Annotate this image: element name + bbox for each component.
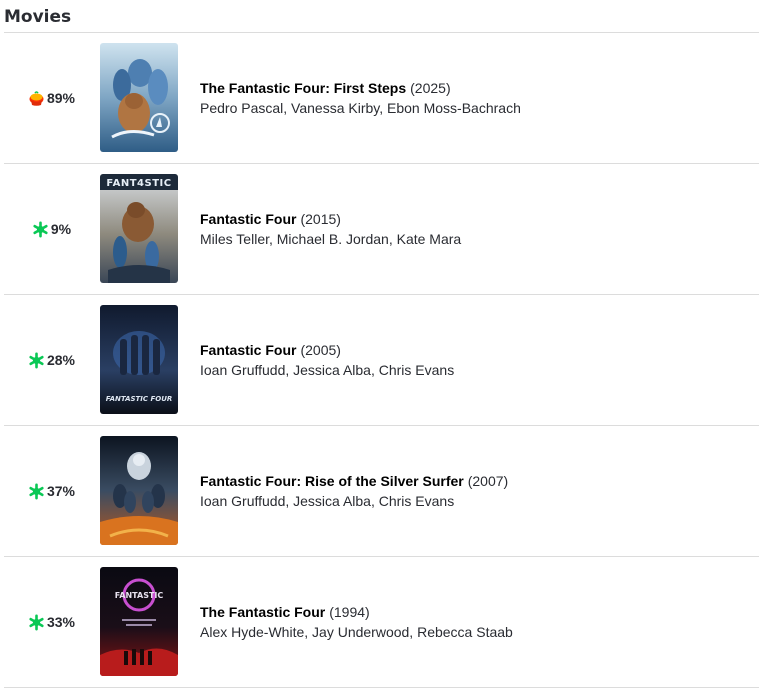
movie-year: (2015) (300, 211, 341, 227)
rotten-splat-icon (28, 483, 45, 500)
movie-info: Fantastic Four: Rise of the Silver Surfe… (200, 426, 508, 556)
movie-title-line[interactable]: Fantastic Four (2005) (200, 340, 454, 360)
section-title: Movies (4, 7, 72, 27)
movie-info: The Fantastic Four: First Steps (2025) Pe… (200, 33, 521, 163)
movie-cast: Alex Hyde-White, Jay Underwood, Rebecca … (200, 624, 513, 640)
poster-title-text: FANTASTIC (115, 591, 164, 600)
movie-title-line[interactable]: Fantastic Four (2015) (200, 209, 461, 229)
movie-cast: Ioan Gruffudd, Jessica Alba, Chris Evans (200, 493, 455, 509)
movie-title-line[interactable]: The Fantastic Four (1994) (200, 602, 513, 622)
tomatometer-score: 9% (4, 164, 99, 294)
movie-row[interactable]: 33% FANTASTIC The Fantastic Four (1994) … (4, 557, 759, 688)
score-value: 28% (46, 352, 76, 368)
tomatometer-score: 28% (4, 295, 99, 425)
movie-title[interactable]: The Fantastic Four (200, 604, 325, 620)
movie-title[interactable]: Fantastic Four (200, 342, 296, 358)
movie-poster[interactable]: FANTASTIC FOUR (100, 305, 178, 414)
movie-year: (2025) (410, 80, 451, 96)
movie-title-line[interactable]: Fantastic Four: Rise of the Silver Surfe… (200, 471, 508, 491)
movie-title[interactable]: Fantastic Four: Rise of the Silver Surfe… (200, 473, 464, 489)
poster-title-text: FANT4STIC (106, 178, 171, 189)
movie-row[interactable]: 37% Fantastic Four: Rise of the Silver S… (4, 426, 759, 557)
rotten-splat-icon (28, 614, 45, 631)
movie-title[interactable]: The Fantastic Four: First Steps (200, 80, 406, 96)
movie-row[interactable]: 89% The Fantastic Four: First Steps (202… (4, 33, 759, 164)
rotten-splat-icon (28, 352, 45, 369)
poster-title-text: FANTASTIC FOUR (106, 395, 173, 403)
movie-poster[interactable]: FANTASTIC (100, 567, 178, 676)
rotten-splat-icon (32, 221, 49, 238)
movie-list: 89% The Fantastic Four: First Steps (202… (4, 32, 759, 688)
movie-poster[interactable]: FANT4STIC (100, 174, 178, 283)
movie-year: (1994) (329, 604, 370, 620)
movie-poster[interactable] (100, 43, 178, 152)
movie-title-line[interactable]: The Fantastic Four: First Steps (2025) (200, 78, 521, 98)
tomatometer-score: 89% (4, 33, 99, 163)
movie-cast: Pedro Pascal, Vanessa Kirby, Ebon Moss-B… (200, 100, 521, 116)
popcorn-fresh-icon (28, 90, 45, 107)
movie-row[interactable]: 28% FANTASTIC FOUR Fantastic Four (2005)… (4, 295, 759, 426)
movie-year: (2007) (467, 473, 509, 489)
movie-info: Fantastic Four (2005) Ioan Gruffudd, Jess… (200, 295, 454, 425)
score-value: 89% (46, 90, 76, 106)
score-value: 9% (50, 221, 72, 237)
movie-year: (2005) (300, 342, 341, 358)
movie-cast: Miles Teller, Michael B. Jordan, Kate Ma… (200, 231, 462, 247)
movie-row[interactable]: 9% FANT4STIC Fantastic Four (2015) Miles… (4, 164, 759, 295)
movie-poster[interactable] (100, 436, 178, 545)
tomatometer-score: 37% (4, 426, 99, 556)
tomatometer-score: 33% (4, 557, 99, 687)
score-value: 37% (46, 483, 76, 499)
movie-info: Fantastic Four (2015) Miles Teller, Micha… (200, 164, 461, 294)
movie-cast: Ioan Gruffudd, Jessica Alba, Chris Evans (200, 362, 455, 378)
score-value: 33% (46, 614, 76, 630)
movie-info: The Fantastic Four (1994) Alex Hyde-White… (200, 557, 513, 687)
movie-title[interactable]: Fantastic Four (200, 211, 296, 227)
